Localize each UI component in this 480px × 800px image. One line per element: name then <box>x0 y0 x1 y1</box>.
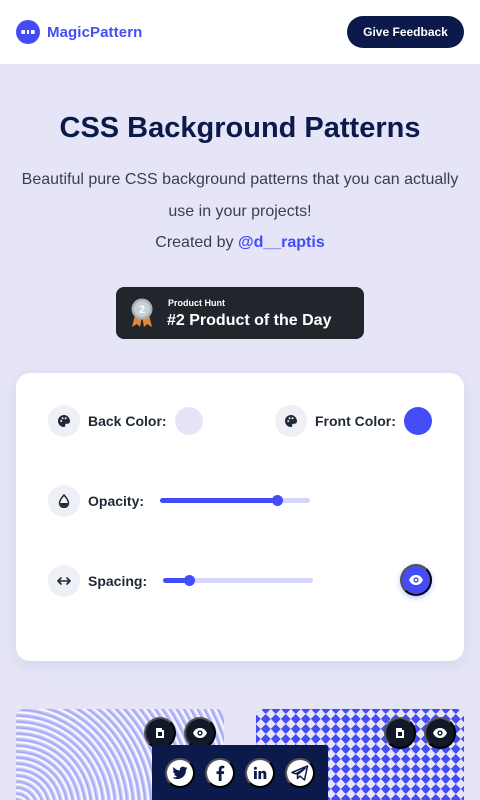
controls-card: Back Color: Front Color: Opacity: Spacin… <box>16 373 464 661</box>
spacing-slider[interactable] <box>163 575 313 586</box>
give-feedback-button[interactable]: Give Feedback <box>347 16 464 48</box>
copy-icon <box>396 728 404 738</box>
opacity-slider-fill <box>160 498 277 503</box>
top-bar: MagicPattern Give Feedback <box>0 0 480 64</box>
product-hunt-badge[interactable]: 2 Product Hunt #2 Product of the Day <box>116 287 364 339</box>
eye-icon <box>433 728 447 738</box>
arrows-horizontal-icon <box>48 565 80 597</box>
copy-icon <box>156 728 164 738</box>
share-bar <box>152 745 328 800</box>
page-title: CSS Background Patterns <box>59 112 421 144</box>
share-linkedin-button[interactable] <box>245 758 275 788</box>
linkedin-icon <box>253 766 267 779</box>
eye-icon <box>193 728 207 738</box>
medal-number: 2 <box>139 304 145 316</box>
front-color-label: Front Color: <box>315 413 396 429</box>
credit-line: Created by @d__raptis <box>0 234 480 252</box>
share-twitter-button[interactable] <box>165 758 195 788</box>
credit-prefix: Created by <box>155 234 234 251</box>
palette-icon <box>48 405 80 437</box>
facebook-icon <box>216 765 225 781</box>
twitter-icon <box>172 766 188 779</box>
preview-button[interactable] <box>400 564 432 596</box>
spacing-label: Spacing: <box>88 573 148 589</box>
front-color-swatch[interactable] <box>404 407 432 435</box>
droplet-icon <box>48 485 80 517</box>
back-color-label: Back Color: <box>88 413 167 429</box>
product-hunt-label: Product Hunt <box>168 298 225 308</box>
spacing-slider-thumb[interactable] <box>183 575 195 586</box>
medal-icon: 2 <box>131 298 153 327</box>
copy-button[interactable] <box>384 717 416 749</box>
opacity-slider[interactable] <box>160 495 310 506</box>
telegram-icon <box>291 765 309 781</box>
share-telegram-button[interactable] <box>285 758 315 788</box>
product-hunt-title: #2 Product of the Day <box>167 312 332 329</box>
preview-pattern-button[interactable] <box>424 717 456 749</box>
share-facebook-button[interactable] <box>205 758 235 788</box>
author-link[interactable]: @d__raptis <box>238 234 325 251</box>
opacity-slider-thumb[interactable] <box>272 495 283 506</box>
back-color-swatch[interactable] <box>175 407 203 435</box>
palette-icon <box>275 405 307 437</box>
logo-icon <box>16 20 40 44</box>
logo-text: MagicPattern <box>47 23 143 41</box>
page-subtitle: Beautiful pure CSS background patterns t… <box>21 171 459 220</box>
logo[interactable]: MagicPattern <box>16 20 142 44</box>
eye-icon <box>409 575 423 585</box>
opacity-label: Opacity: <box>88 493 145 509</box>
